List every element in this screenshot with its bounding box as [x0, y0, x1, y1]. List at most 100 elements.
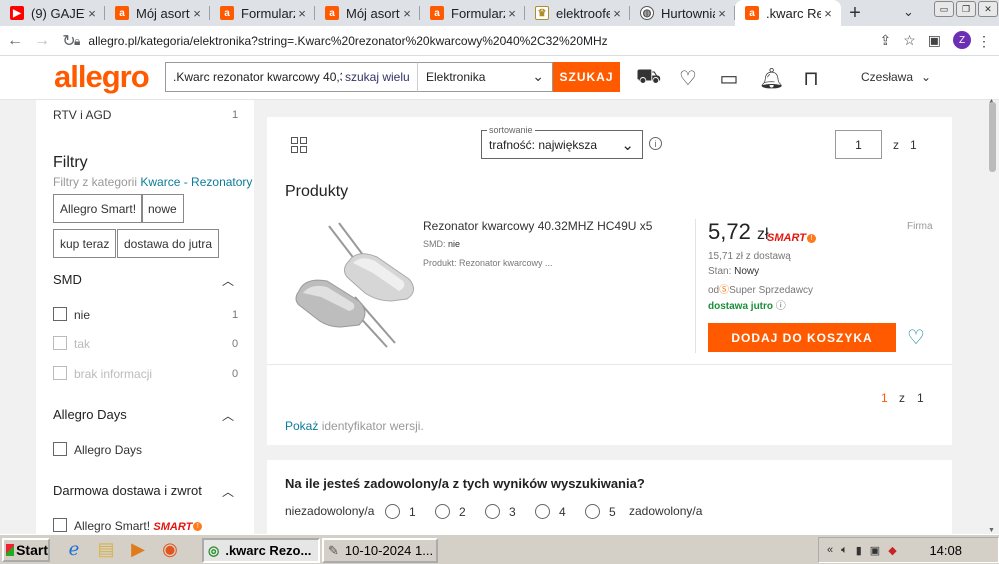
browser-tab[interactable]: a Mój asortym×	[315, 0, 420, 26]
browser-tab[interactable]: ◍ Hurtownia ×	[630, 0, 735, 26]
new-tab-button[interactable]: +	[841, 0, 869, 26]
info-icon[interactable]: ⓘ	[776, 301, 786, 312]
close-tab-icon[interactable]: ×	[505, 6, 519, 21]
tab-search-chevron-icon[interactable]: ⌄	[903, 4, 914, 20]
close-tab-icon[interactable]: ×	[610, 6, 624, 21]
taskbar-app-chrome[interactable]: ◎ .kwarc Rezo...	[202, 538, 320, 563]
add-to-cart-button[interactable]: DODAJ DO KOSZYKA	[708, 323, 896, 352]
bookmark-star-icon[interactable]: ☆	[903, 32, 916, 49]
share-icon[interactable]: ⇪	[879, 32, 891, 49]
browser-tab[interactable]: ♛ elektroofer×	[525, 0, 630, 26]
show-version-link[interactable]: Pokaż	[285, 419, 318, 433]
checkbox-label[interactable]: nie	[74, 308, 90, 322]
volume-icon[interactable]: 🔈︎	[841, 544, 848, 557]
category-link-rtv[interactable]: RTV i AGD	[53, 108, 111, 122]
chevron-down-icon: ⌄	[921, 70, 932, 84]
free-delivery-section-title[interactable]: Darmowa dostawa i zwrot	[53, 483, 202, 498]
radio-button[interactable]	[385, 504, 400, 519]
tray-expand-icon[interactable]: «	[827, 544, 833, 556]
browser-menu-icon[interactable]: ⋮	[977, 33, 991, 50]
product-image[interactable]	[287, 221, 417, 351]
browser-tab-active[interactable]: a .kwarc Rez×	[735, 0, 841, 26]
notifications-bell-icon[interactable]: 🔔︎	[759, 66, 784, 91]
option-label: 3	[509, 504, 516, 519]
shopping-bag-icon[interactable]: ⊓	[800, 66, 822, 91]
scrollbar-thumb[interactable]	[989, 102, 996, 172]
close-tab-icon[interactable]: ×	[190, 6, 204, 21]
allegro-logo[interactable]: allegro	[54, 59, 150, 95]
favorites-heart-icon[interactable]: ♡	[677, 66, 699, 91]
page-number-input[interactable]: 1	[835, 130, 882, 159]
chevron-up-icon[interactable]: ︿	[222, 483, 234, 500]
survey-option-5[interactable]: 5	[585, 504, 616, 519]
smart-option-text: Allegro Smart!	[74, 519, 151, 533]
checkbox-label[interactable]: Allegro Smart! SMART!	[74, 519, 203, 533]
browser-tab[interactable]: ▶ (9) GAJEW×	[0, 0, 105, 26]
chevron-up-icon[interactable]: ︿	[222, 407, 234, 424]
close-tab-icon[interactable]: ×	[400, 6, 414, 21]
header-icons: ⛟ ♡ ▭ 🔔︎ ⊓	[636, 66, 822, 91]
pagination-total[interactable]: 1	[917, 391, 924, 405]
radio-button[interactable]	[435, 504, 450, 519]
grid-view-icon[interactable]	[291, 137, 307, 153]
start-button[interactable]: Start	[2, 537, 50, 562]
close-tab-icon[interactable]: ×	[85, 6, 99, 21]
side-panel-icon[interactable]: ▣	[928, 32, 941, 49]
cart-truck-icon[interactable]: ⛟	[636, 66, 661, 91]
survey-option-4[interactable]: 4	[535, 504, 566, 519]
tray-app-icon[interactable]: ▣	[870, 544, 880, 557]
internet-explorer-icon[interactable]: ℯ	[62, 539, 86, 560]
antivirus-icon[interactable]: ◆	[888, 544, 896, 557]
close-tab-icon[interactable]: ×	[715, 6, 729, 21]
filter-chip-dostawa[interactable]: dostawa do jutra	[117, 229, 220, 258]
taskbar-app-paint[interactable]: ✎ 10-10-2024 1...	[322, 538, 438, 563]
back-icon[interactable]: ←	[3, 32, 27, 50]
radio-button[interactable]	[535, 504, 550, 519]
chevron-up-icon[interactable]: ︿	[222, 272, 234, 289]
survey-option-1[interactable]: 1	[385, 504, 416, 519]
user-menu[interactable]: Czesława ⌄	[861, 70, 931, 84]
search-multiple-hint[interactable]: szukaj wielu	[342, 70, 410, 84]
browser-tab[interactable]: a Formularz ×	[210, 0, 315, 26]
survey-option-2[interactable]: 2	[435, 504, 466, 519]
search-input[interactable]: .Kwarc rezonator kwarcowy 40,32 M szukaj…	[165, 62, 418, 92]
profile-avatar[interactable]: Z	[953, 31, 971, 49]
folder-icon[interactable]: ▤	[94, 539, 118, 560]
page-scrollbar[interactable]: ▲ ▼	[986, 98, 999, 534]
url-field[interactable]: 🔒︎ allegro.pl/kategoria/elektronika?stri…	[74, 29, 854, 53]
filters-category-link[interactable]: Kwarce - Rezonatory	[140, 175, 252, 189]
allegro-days-section-title[interactable]: Allegro Days	[53, 407, 127, 422]
close-window-icon[interactable]: ✕	[978, 1, 998, 17]
category-select[interactable]: Elektronika ⌄	[417, 62, 553, 92]
filter-chip-kup-teraz[interactable]: kup teraz	[53, 229, 117, 258]
browser-tab[interactable]: a Formularz ×	[420, 0, 525, 26]
smd-section-title[interactable]: SMD	[53, 272, 82, 287]
close-tab-icon[interactable]: ×	[295, 6, 309, 21]
maximize-icon[interactable]: ❐	[956, 1, 976, 17]
checkbox-allegro-smart[interactable]	[53, 518, 67, 532]
network-icon[interactable]: ▮	[856, 544, 862, 557]
tab-title: Mój asortym	[346, 5, 400, 21]
checkbox-smd-nie[interactable]	[53, 307, 67, 321]
search-button[interactable]: SZUKAJ	[553, 62, 620, 92]
checkbox-allegro-days[interactable]	[53, 442, 67, 456]
scroll-down-icon[interactable]: ▼	[988, 527, 995, 534]
minimize-icon[interactable]: ▭	[934, 1, 954, 17]
info-icon[interactable]: i	[649, 137, 662, 150]
firefox-icon[interactable]: ◉	[158, 539, 182, 560]
checkbox-label[interactable]: Allegro Days	[74, 443, 142, 457]
radio-button[interactable]	[585, 504, 600, 519]
survey-option-3[interactable]: 3	[485, 504, 516, 519]
filter-chip-nowe[interactable]: nowe	[141, 194, 184, 223]
radio-button[interactable]	[485, 504, 500, 519]
lock-icon[interactable]: 🔒︎	[74, 34, 80, 49]
favorite-heart-icon[interactable]: ♡	[907, 325, 925, 350]
browser-tab[interactable]: a Mój asortym×	[105, 0, 210, 26]
filter-chip-smart[interactable]: Allegro Smart!	[53, 194, 144, 223]
forward-icon[interactable]: →	[30, 32, 54, 50]
media-player-icon[interactable]: ▶	[126, 539, 150, 560]
product-title-link[interactable]: Rezonator kwarcowy 40.32MHZ HC49U x5	[423, 219, 652, 233]
close-tab-icon[interactable]: ×	[821, 6, 835, 21]
messages-icon[interactable]: ▭	[718, 66, 740, 91]
pagination-current[interactable]: 1	[881, 391, 888, 405]
